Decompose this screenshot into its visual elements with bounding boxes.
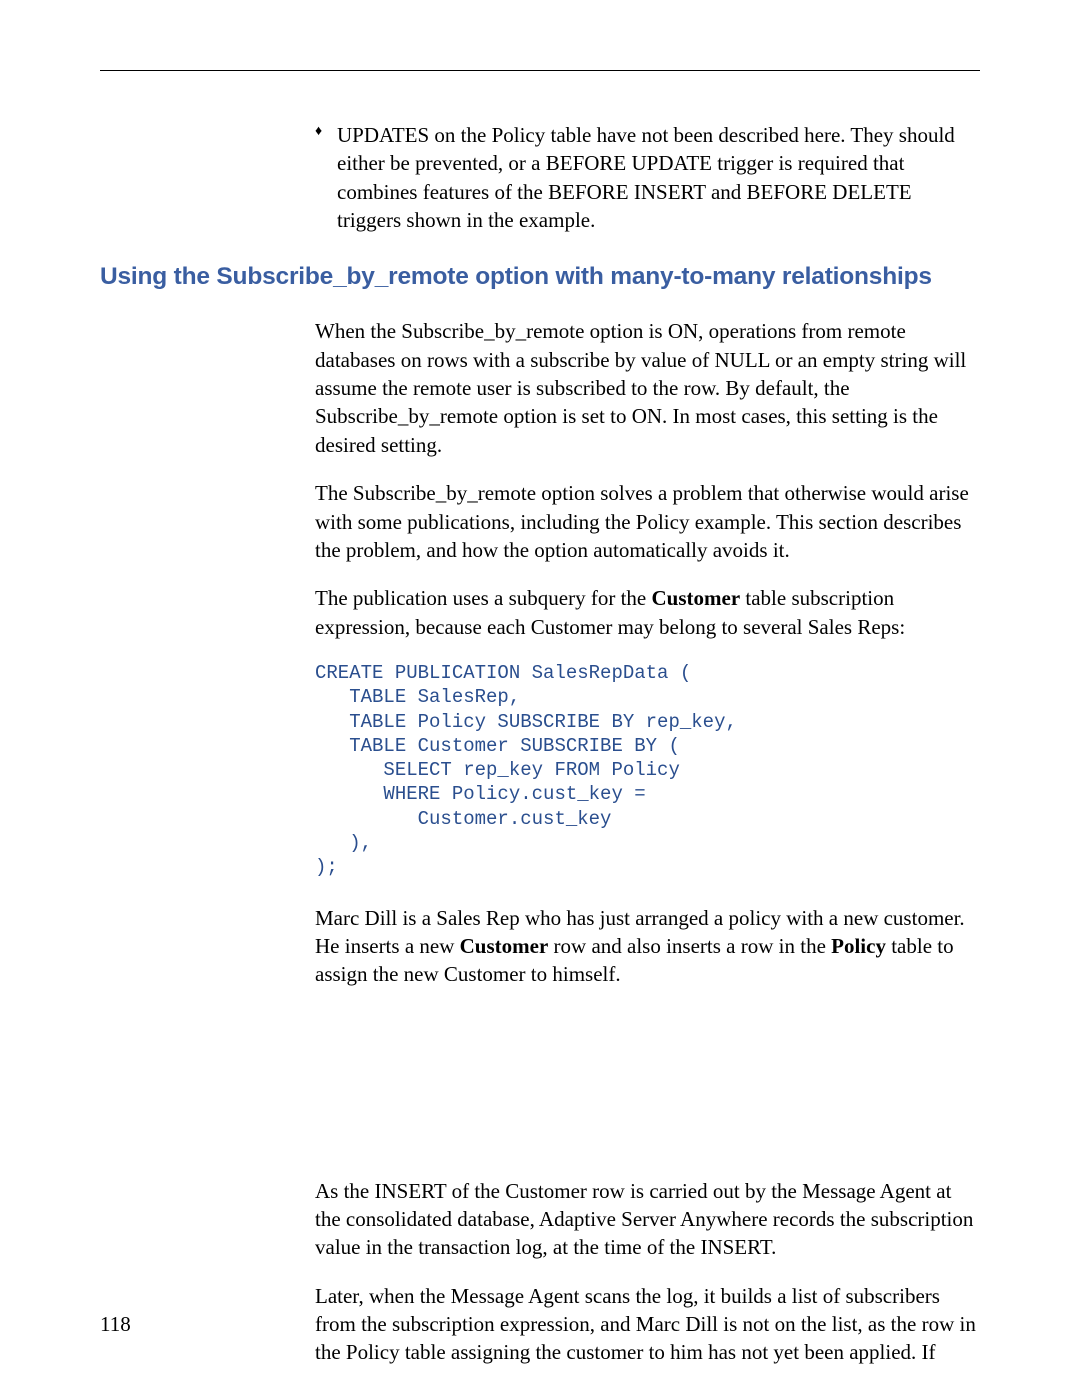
para4-bold-policy: Policy <box>831 934 886 958</box>
paragraph-2: The Subscribe_by_remote option solves a … <box>315 479 980 564</box>
paragraph-4: Marc Dill is a Sales Rep who has just ar… <box>315 904 980 989</box>
para3-bold-customer: Customer <box>652 586 741 610</box>
page-number: 118 <box>100 1310 131 1338</box>
paragraph-5: As the INSERT of the Customer row is car… <box>315 1177 980 1262</box>
section-heading: Using the Subscribe_by_remote option wit… <box>100 260 980 293</box>
paragraph-6: Later, when the Message Agent scans the … <box>315 1282 980 1367</box>
diagram-placeholder <box>315 1009 980 1177</box>
para4-bold-customer: Customer <box>460 934 549 958</box>
bullet-text: UPDATES on the Policy table have not bee… <box>337 123 955 232</box>
para3-part-a: The publication uses a subquery for the <box>315 586 652 610</box>
paragraph-3: The publication uses a subquery for the … <box>315 584 980 641</box>
paragraph-1: When the Subscribe_by_remote option is O… <box>315 317 980 459</box>
bullet-item: UPDATES on the Policy table have not bee… <box>315 121 980 234</box>
para4-part-c: row and also inserts a row in the <box>548 934 831 958</box>
code-block: CREATE PUBLICATION SalesRepData ( TABLE … <box>315 661 980 880</box>
top-rule <box>100 70 980 71</box>
